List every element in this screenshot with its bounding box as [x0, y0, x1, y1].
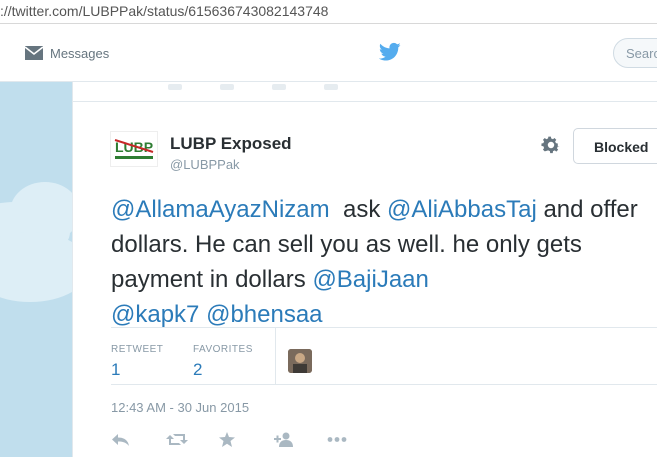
tweet-text-segment: ask	[329, 196, 388, 223]
top-navigation: Messages Search	[0, 24, 657, 82]
more-icon[interactable]	[324, 84, 338, 90]
lubp-logo-icon: LUBP	[111, 132, 157, 166]
divider	[111, 384, 657, 385]
messages-label: Messages	[50, 45, 110, 61]
profile-name[interactable]: LUBP Exposed	[170, 134, 292, 154]
reply-button[interactable]	[111, 430, 165, 448]
profile-handle[interactable]: @LUBPPak	[170, 157, 240, 172]
favorite-icon[interactable]	[272, 84, 286, 90]
more-icon	[327, 436, 347, 442]
retweet-button[interactable]	[165, 430, 219, 448]
mention-link[interactable]: @AliAbbasTaj	[387, 196, 537, 223]
mention-link[interactable]: @bhensaa	[206, 301, 322, 328]
tweet-stats: RETWEET 1 FAVORITES 2	[111, 328, 276, 384]
avatar[interactable]: LUBP	[110, 131, 158, 167]
tweet-text-segment	[429, 266, 436, 293]
mention-link[interactable]: @kapk7	[111, 301, 199, 328]
reply-icon	[112, 433, 129, 446]
previous-tweet-actions	[168, 84, 338, 94]
tweet-timestamp: 12:43 AM - 30 Jun 2015	[111, 400, 250, 415]
tweet-text: @AllamaAyazNizam ask @AliAbbasTaj and of…	[111, 192, 657, 332]
background-sky	[0, 82, 72, 457]
messages-link[interactable]: Messages	[24, 42, 109, 64]
mention-link[interactable]: @AllamaAyazNizam	[111, 196, 330, 223]
divider	[275, 328, 276, 384]
user-photo-icon	[288, 349, 312, 373]
reply-icon[interactable]	[168, 84, 182, 90]
blocked-label: Blocked	[594, 139, 649, 155]
favorites-count: 2	[193, 360, 203, 379]
favorites-stat[interactable]: FAVORITES 2	[193, 328, 275, 384]
envelope-icon	[24, 46, 44, 60]
follow-button[interactable]	[273, 430, 327, 448]
mention-link[interactable]: @BajiJaan	[312, 266, 428, 293]
more-button[interactable]	[327, 430, 381, 448]
tweet-card: LUBP LUBP Exposed @LUBPPak Blocked @Alla…	[72, 82, 657, 457]
favorites-label: FAVORITES	[193, 344, 253, 355]
blocked-button[interactable]: Blocked	[573, 128, 657, 164]
cloud-shape	[0, 232, 72, 302]
search-input[interactable]: Search	[613, 38, 657, 68]
retweet-icon	[166, 433, 188, 445]
retweet-icon[interactable]	[220, 84, 234, 90]
url-text[interactable]: ://twitter.com/LUBPPak/status/6156367430…	[0, 3, 328, 19]
follow-icon	[274, 432, 293, 447]
gear-icon[interactable]	[540, 134, 562, 156]
retweets-label: RETWEET	[111, 344, 164, 355]
favorite-button[interactable]	[219, 430, 273, 448]
browser-url-bar[interactable]: ://twitter.com/LUBPPak/status/6156367430…	[0, 0, 657, 24]
divider	[73, 101, 657, 102]
retweets-stat[interactable]: RETWEET 1	[111, 328, 193, 384]
search-placeholder: Search	[626, 46, 657, 61]
favoriter-avatar[interactable]	[288, 349, 312, 373]
tweet-actions	[111, 430, 381, 448]
retweets-count: 1	[111, 360, 121, 379]
favorite-icon	[219, 431, 235, 447]
twitter-bird-icon[interactable]	[379, 42, 401, 62]
